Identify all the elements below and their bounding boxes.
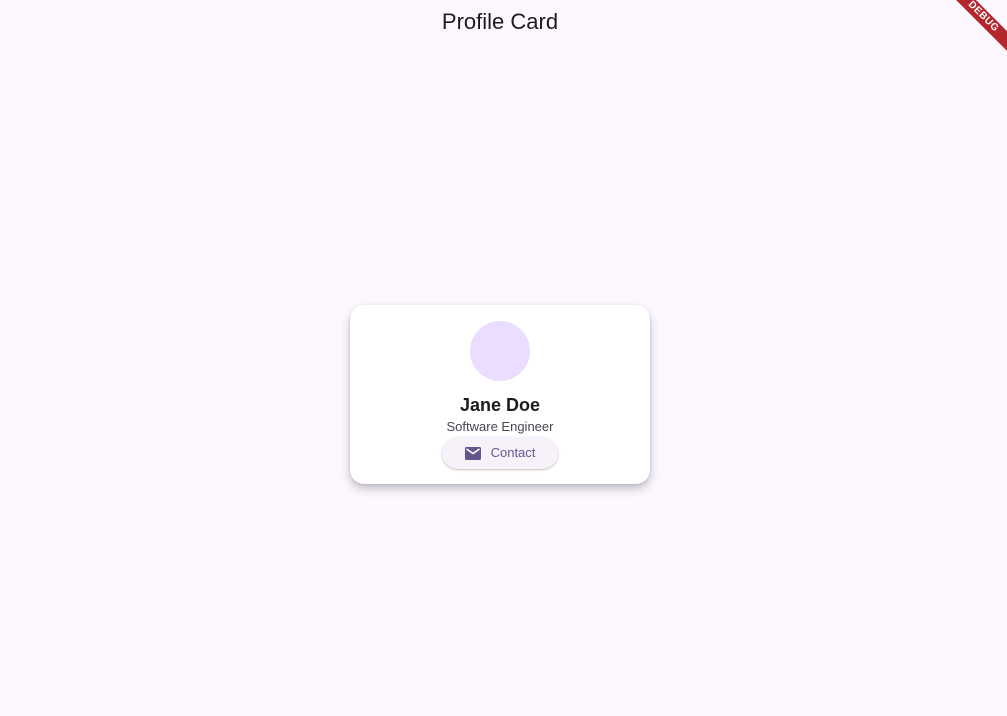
contact-button[interactable]: Contact: [442, 437, 558, 469]
profile-name: Jane Doe: [459, 395, 541, 415]
mail-icon: [464, 446, 481, 460]
debug-banner: DEBUG: [947, 0, 1007, 60]
profile-role: Software Engineer: [446, 419, 554, 434]
page-title: Profile Card: [441, 9, 559, 34]
avatar: [470, 321, 530, 381]
profile-card: Jane Doe Software Engineer Contact: [350, 305, 650, 484]
contact-button-label: Contact: [490, 445, 536, 460]
debug-banner-label: DEBUG: [947, 0, 1007, 56]
